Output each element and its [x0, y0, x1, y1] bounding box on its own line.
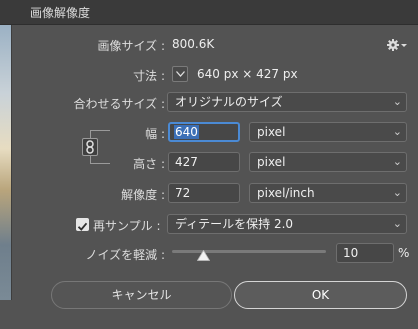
width-value: 640	[174, 125, 199, 139]
resample-checkbox[interactable]	[76, 218, 89, 231]
height-unit: pixel	[257, 155, 286, 169]
resolution-value: 72	[175, 186, 191, 200]
width-label: 幅 :	[145, 127, 165, 141]
resolution-input[interactable]: 72	[168, 183, 240, 203]
resolution-unit: pixel/inch	[257, 186, 315, 200]
chevron-down-icon	[176, 71, 185, 77]
noise-input[interactable]: 10	[336, 243, 394, 263]
fit-to-select[interactable]: オリジナルのサイズ ⌄	[167, 92, 407, 112]
resample-label: 再サンプル :	[93, 219, 161, 233]
link-bracket-bottom	[90, 156, 110, 164]
noise-slider-track[interactable]	[172, 250, 326, 253]
height-value: 427	[175, 155, 198, 169]
image-preview	[0, 25, 12, 300]
resolution-unit-select[interactable]: pixel/inch ⌄	[249, 183, 407, 203]
dimensions-unit-dropdown[interactable]	[172, 66, 188, 82]
chevron-down-icon: ⌄	[392, 95, 402, 108]
noise-label: ノイズを軽減 :	[85, 248, 166, 262]
dimensions-label: 寸法 :	[133, 69, 165, 83]
ok-button[interactable]: OK	[234, 281, 407, 309]
fit-to-label: 合わせるサイズ :	[73, 97, 166, 111]
height-input[interactable]: 427	[168, 152, 240, 172]
link-bracket-top	[90, 130, 110, 138]
slider-thumb-icon[interactable]	[196, 246, 211, 261]
chevron-down-icon: ⌄	[392, 217, 402, 230]
resolution-label: 解像度 :	[121, 188, 165, 202]
height-label: 高さ :	[133, 157, 165, 171]
chevron-down-icon: ⌄	[392, 186, 402, 199]
chevron-down-icon: ⌄	[392, 155, 402, 168]
width-unit: pixel	[257, 125, 286, 139]
gear-icon[interactable]	[387, 37, 407, 51]
fit-to-value: オリジナルのサイズ	[175, 95, 283, 109]
window-title: 画像解像度	[30, 6, 91, 20]
dimensions-value: 640 px × 427 px	[197, 67, 298, 81]
noise-unit: %	[398, 246, 410, 260]
title-bar: 画像解像度	[0, 0, 418, 25]
resample-method: ディテールを保持 2.0	[175, 217, 294, 231]
width-input[interactable]: 640	[168, 122, 240, 142]
chevron-down-icon: ⌄	[392, 125, 402, 138]
cancel-button[interactable]: キャンセル	[51, 281, 232, 309]
noise-value: 10	[343, 246, 359, 260]
image-size-label: 画像サイズ :	[97, 39, 166, 53]
width-unit-select[interactable]: pixel ⌄	[249, 122, 407, 142]
height-unit-select[interactable]: pixel ⌄	[249, 152, 407, 172]
resample-method-select[interactable]: ディテールを保持 2.0 ⌄	[167, 214, 407, 234]
checkmark-icon	[77, 222, 88, 231]
link-icon[interactable]	[82, 138, 98, 156]
image-size-value: 800.6K	[172, 37, 215, 51]
